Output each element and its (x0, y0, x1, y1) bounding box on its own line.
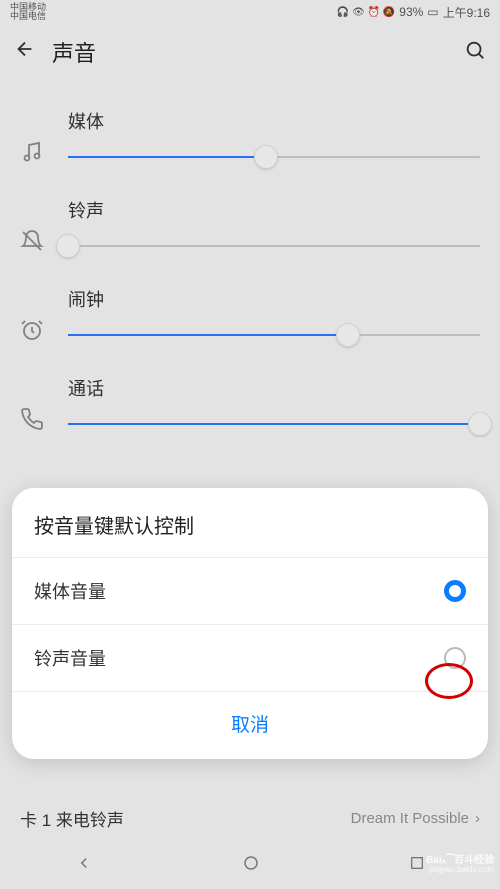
radio-selected-icon (444, 580, 466, 602)
watermark-sub: jingyan.baidu.com (426, 866, 494, 875)
volume-key-dialog: 按音量键默认控制 媒体音量 铃声音量 取消 (12, 488, 488, 759)
sim1-ringtone-row[interactable]: 卡 1 来电铃声 Dream It Possible › (0, 806, 500, 831)
sim1-ringtone-value: Dream It Possible (351, 810, 469, 827)
watermark: Bai៱⁀百⽃经验 jingyan.baidu.com (426, 855, 494, 875)
cancel-button[interactable]: 取消 (12, 691, 488, 759)
navigation-bar (0, 841, 500, 889)
nav-back-button[interactable] (75, 854, 93, 877)
option-label: 铃声音量 (34, 645, 106, 671)
dialog-title: 按音量键默认控制 (12, 510, 488, 557)
sim1-ringtone-label: 卡 1 来电铃声 (20, 806, 124, 831)
nav-home-button[interactable] (242, 854, 260, 877)
option-label: 媒体音量 (34, 578, 106, 604)
radio-unselected-icon (444, 647, 466, 669)
option-media-volume[interactable]: 媒体音量 (12, 557, 488, 624)
nav-recent-button[interactable] (409, 855, 425, 876)
chevron-right-icon: › (475, 810, 480, 827)
option-ringtone-volume[interactable]: 铃声音量 (12, 624, 488, 691)
